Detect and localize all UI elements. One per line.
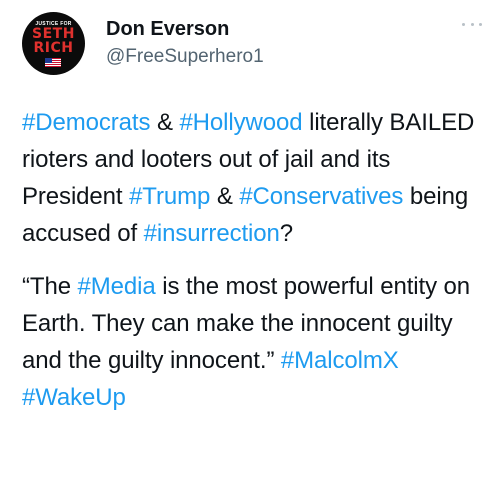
hashtag-link[interactable]: #Media <box>78 273 156 300</box>
tweet-paragraph-2: “The #Media is the most powerful entity … <box>22 268 484 416</box>
avatar[interactable]: JUSTICE FOR SETH RICH <box>22 12 85 75</box>
avatar-name-line1: SETH <box>32 26 75 42</box>
author-display-name[interactable]: Don Everson <box>106 18 229 41</box>
text-segment: ? <box>279 220 294 247</box>
tweet-text: #Democrats & #Hollywood literally BAILED… <box>22 104 484 416</box>
tweet-paragraph-1: #Democrats & #Hollywood literally BAILED… <box>22 104 484 252</box>
hashtag-link[interactable]: #Trump <box>129 183 210 210</box>
tweet: JUSTICE FOR SETH RICH Don Everson @FreeS… <box>0 0 500 477</box>
hashtag-link[interactable]: #Hollywood <box>179 109 302 136</box>
text-segment: & <box>150 109 180 136</box>
text-segment: & <box>210 183 240 210</box>
hashtag-link[interactable]: #Conservatives <box>239 183 403 210</box>
hashtag-link[interactable]: #Democrats <box>22 109 150 136</box>
tweet-header: JUSTICE FOR SETH RICH Don Everson @FreeS… <box>22 12 482 76</box>
author-handle[interactable]: @FreeSuperhero1 <box>106 46 264 68</box>
hashtag-link[interactable]: #MalcolmX <box>281 347 399 374</box>
us-flag-icon <box>45 58 61 67</box>
text-segment: “The <box>22 273 78 300</box>
more-horizontal-icon[interactable] <box>462 20 482 28</box>
hashtag-link[interactable]: #insurrection <box>144 220 280 247</box>
hashtag-link[interactable]: #WakeUp <box>22 384 126 411</box>
avatar-name-line2: RICH <box>33 40 74 56</box>
